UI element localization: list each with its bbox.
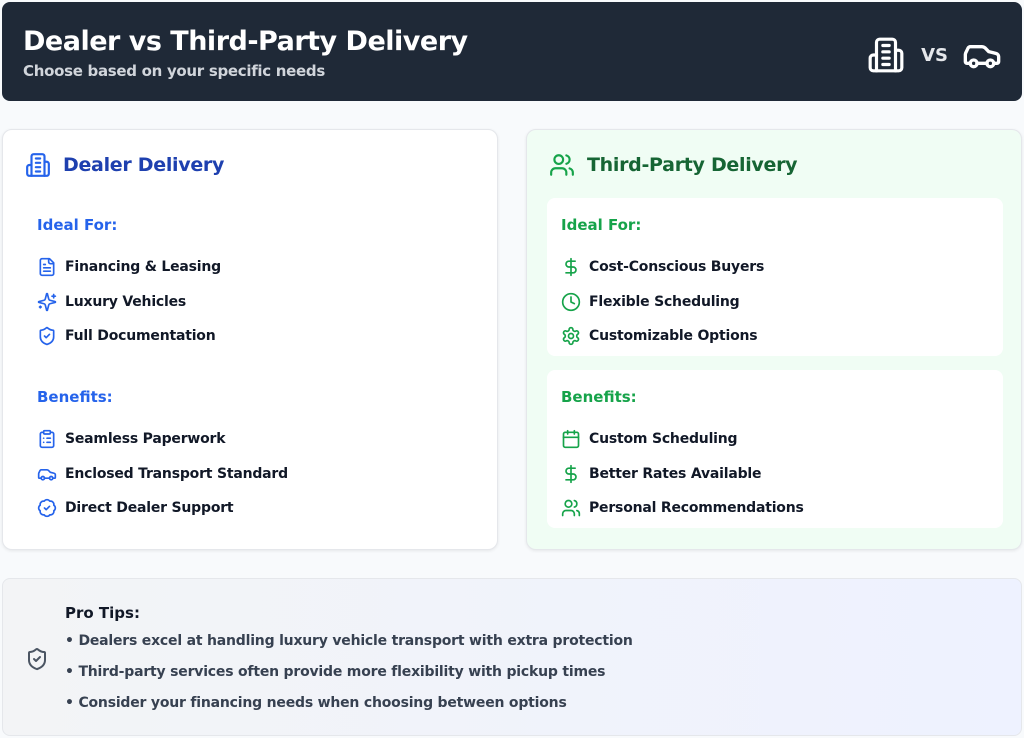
- page-subtitle: Choose based on your specific needs: [23, 62, 325, 80]
- settings-icon: [561, 326, 581, 346]
- section-title: Benefits:: [561, 388, 637, 406]
- tip-item: Third-party services often provide more …: [65, 664, 633, 695]
- list-item: Custom Scheduling: [561, 422, 804, 457]
- section-title: Benefits:: [37, 388, 113, 406]
- shield-check-icon: [25, 647, 49, 671]
- sparkles-icon: [37, 292, 57, 312]
- third-party-delivery-card: Third-Party Delivery Ideal For: Cost-Con…: [526, 129, 1022, 550]
- shield-check-icon: [37, 326, 57, 346]
- list-item: Customizable Options: [561, 319, 764, 354]
- list-item: Flexible Scheduling: [561, 285, 764, 320]
- dealer-card-title: Dealer Delivery: [63, 154, 225, 176]
- page-header: Dealer vs Third-Party Delivery Choose ba…: [2, 2, 1022, 101]
- vs-label: VS: [921, 44, 948, 66]
- section-title: Ideal For:: [37, 216, 118, 234]
- item-label: Better Rates Available: [589, 465, 762, 482]
- users-icon: [561, 498, 581, 518]
- list-item: Full Documentation: [37, 319, 221, 354]
- list-item: Direct Dealer Support: [37, 491, 288, 526]
- clock-icon: [561, 292, 581, 312]
- building-icon: [25, 152, 51, 178]
- pro-tips-panel: Pro Tips: Dealers excel at handling luxu…: [2, 578, 1022, 736]
- item-label: Full Documentation: [65, 328, 216, 345]
- list-item: Enclosed Transport Standard: [37, 457, 288, 492]
- tip-item: Dealers excel at handling luxury vehicle…: [65, 633, 632, 664]
- users-icon: [549, 152, 575, 178]
- dollar-sign-icon: [561, 464, 581, 484]
- file-text-icon: [37, 257, 57, 277]
- car-icon: [962, 35, 1002, 75]
- item-label: Enclosed Transport Standard: [65, 465, 288, 482]
- dealer-ideal-section: Ideal For: Financing & Leasing Luxury Ve…: [23, 198, 479, 356]
- pro-tips-title: Pro Tips:: [65, 604, 140, 622]
- item-label: Financing & Leasing: [65, 259, 221, 276]
- list-item: Personal Recommendations: [561, 491, 804, 526]
- item-label: Personal Recommendations: [589, 500, 804, 517]
- item-label: Flexible Scheduling: [589, 293, 740, 310]
- item-label: Seamless Paperwork: [65, 431, 226, 448]
- third-party-card-title: Third-Party Delivery: [587, 154, 798, 176]
- list-item: Cost-Conscious Buyers: [561, 250, 764, 285]
- building-icon: [867, 36, 905, 74]
- third-party-benefits-section: Benefits: Custom Scheduling Better Rates…: [547, 370, 1003, 528]
- car-icon: [37, 464, 57, 484]
- third-party-ideal-section: Ideal For: Cost-Conscious Buyers Flexibl…: [547, 198, 1003, 356]
- dealer-benefits-section: Benefits: Seamless Paperwork Enclosed Tr…: [23, 370, 479, 528]
- list-item: Luxury Vehicles: [37, 285, 221, 320]
- calendar-icon: [561, 429, 581, 449]
- item-label: Customizable Options: [589, 328, 758, 345]
- third-party-card-header: Third-Party Delivery: [549, 152, 798, 178]
- list-item: Better Rates Available: [561, 457, 804, 492]
- item-label: Direct Dealer Support: [65, 500, 234, 517]
- item-label: Cost-Conscious Buyers: [589, 259, 765, 276]
- dealer-card-header: Dealer Delivery: [25, 152, 224, 178]
- badge-check-icon: [37, 498, 57, 518]
- header-comparison-icons: VS: [867, 35, 1002, 75]
- dollar-sign-icon: [561, 257, 581, 277]
- list-item: Financing & Leasing: [37, 250, 221, 285]
- tip-item: Consider your financing needs when choos…: [65, 695, 633, 726]
- page-title: Dealer vs Third-Party Delivery: [23, 26, 468, 57]
- section-title: Ideal For:: [561, 216, 642, 234]
- dealer-delivery-card: Dealer Delivery Ideal For: Financing & L…: [2, 129, 498, 550]
- item-label: Luxury Vehicles: [65, 293, 187, 310]
- item-label: Custom Scheduling: [589, 431, 738, 448]
- list-item: Seamless Paperwork: [37, 422, 288, 457]
- clipboard-list-icon: [37, 429, 57, 449]
